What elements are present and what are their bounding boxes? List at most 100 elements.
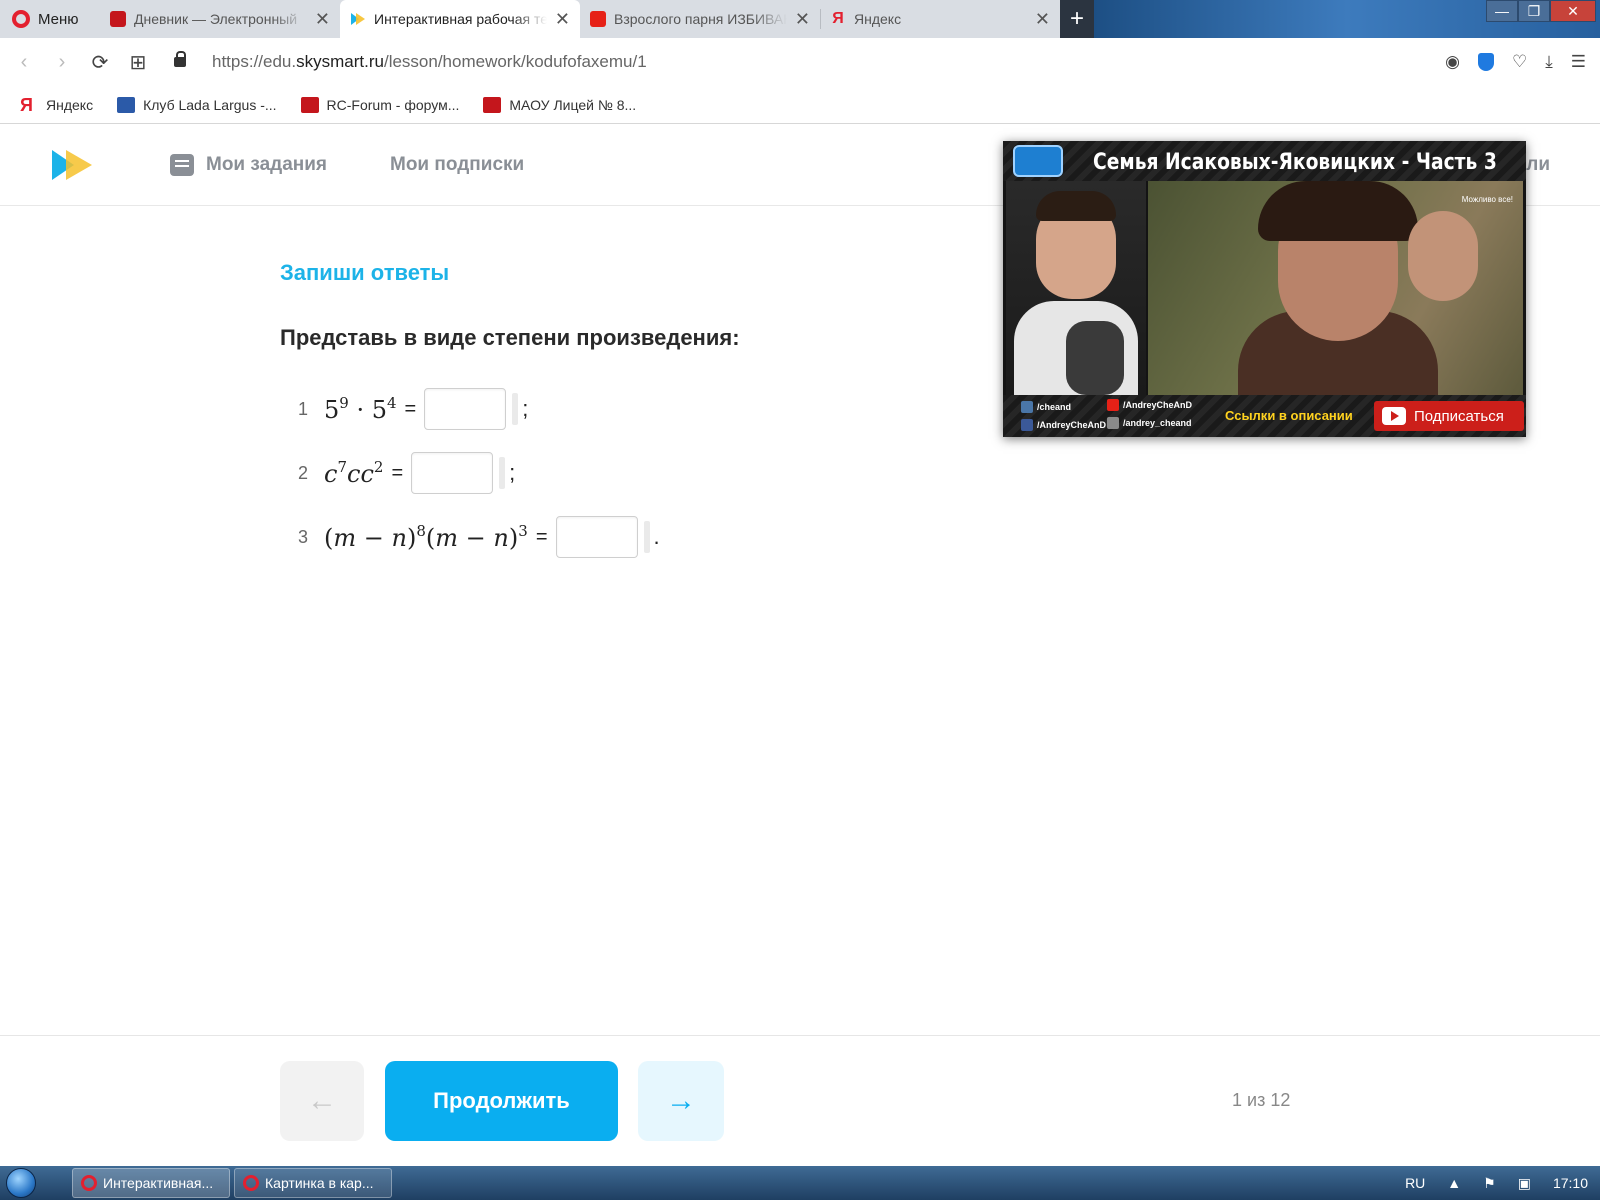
exercise-number: 3 bbox=[298, 526, 309, 547]
tray-arrow-icon[interactable]: ▲ bbox=[1447, 1175, 1461, 1191]
nav-label: Мои задания bbox=[206, 154, 328, 175]
yandex-icon: Я bbox=[20, 94, 33, 115]
opera-logo-icon bbox=[12, 10, 30, 28]
arrow-right-icon: → bbox=[666, 1084, 696, 1117]
address-bar: ‹ › ⟳ ⊞ https://edu.skysmart.ru/lesson/h… bbox=[0, 38, 1600, 86]
answer-input-3[interactable] bbox=[555, 516, 638, 558]
url-prefix: https://edu. bbox=[212, 52, 297, 71]
subscribe-button[interactable]: Подписаться bbox=[1374, 401, 1524, 431]
language-indicator[interactable]: RU bbox=[1405, 1175, 1425, 1191]
url-field[interactable]: https://edu.skysmart.ru/lesson/homework/… bbox=[212, 52, 1427, 72]
close-icon[interactable]: ✕ bbox=[555, 9, 570, 30]
bookmark-school[interactable]: МАОУ Лицей № 8... bbox=[483, 96, 637, 113]
youtube-icon bbox=[590, 11, 606, 27]
shield-icon[interactable] bbox=[1477, 53, 1494, 71]
microphone-icon bbox=[1066, 321, 1124, 395]
previous-button[interactable]: ← bbox=[280, 1061, 364, 1141]
lada-icon bbox=[117, 96, 136, 113]
close-window-button[interactable]: ✕ bbox=[1550, 0, 1596, 22]
camera-icon[interactable]: ◉ bbox=[1445, 52, 1460, 72]
bookmark-label: МАОУ Лицей № 8... bbox=[509, 96, 637, 113]
new-tab-button[interactable]: + bbox=[1060, 0, 1094, 38]
exercise-expression: (m − n)8(m − n)3 bbox=[324, 522, 528, 552]
tasks-icon bbox=[170, 154, 194, 176]
start-button[interactable] bbox=[0, 1166, 42, 1200]
opera-logo-icon bbox=[243, 1175, 259, 1191]
taskbar-item-label: Картинка в кар... bbox=[265, 1175, 374, 1191]
social-vk: /cheand bbox=[1021, 401, 1071, 413]
url-domain: skysmart.ru bbox=[296, 52, 384, 71]
minimize-button[interactable]: — bbox=[1486, 0, 1518, 22]
close-icon[interactable]: ✕ bbox=[315, 9, 330, 30]
social-label: /andrey_cheand bbox=[1123, 418, 1192, 428]
heart-icon[interactable]: ♡ bbox=[1512, 52, 1527, 72]
diary-icon bbox=[110, 11, 126, 27]
nav-label: Мои подписки bbox=[390, 154, 525, 175]
social-instagram: /andrey_cheand bbox=[1107, 417, 1192, 429]
opera-logo-icon bbox=[81, 1175, 97, 1191]
windows-logo-icon bbox=[6, 1168, 36, 1198]
desktop-background: — ❐ ✕ bbox=[1094, 0, 1600, 38]
social-label: /AndreyCheAnD bbox=[1037, 420, 1107, 430]
exercise-3: 3 (m − n)8(m − n)3 = . bbox=[298, 515, 660, 559]
back-icon[interactable]: ‹ bbox=[14, 51, 34, 74]
flag-icon[interactable]: ⚑ bbox=[1483, 1175, 1496, 1192]
video-scene: Можливо все! bbox=[1148, 181, 1523, 401]
rc-icon bbox=[300, 96, 319, 113]
page-counter: 1 из 12 bbox=[1232, 1090, 1291, 1110]
instagram-icon bbox=[1107, 417, 1119, 429]
video-title: Семья Исаковых-Яковицких - Часть 3 bbox=[1093, 150, 1497, 175]
bookmark-lada[interactable]: Клуб Lada Largus -... bbox=[117, 96, 277, 113]
skysmart-logo-icon[interactable] bbox=[52, 150, 94, 180]
nav-my-subscriptions[interactable]: Мои подписки bbox=[390, 154, 524, 176]
opera-menu-button[interactable]: Меню bbox=[0, 0, 100, 38]
continue-button[interactable]: Продолжить bbox=[385, 1061, 618, 1141]
taskbar-item-opera-2[interactable]: Картинка в кар... bbox=[234, 1168, 392, 1198]
channel-badge-icon bbox=[1013, 145, 1063, 177]
tab-youtube[interactable]: Взрослого парня ИЗБИВАЮТ ✕ bbox=[580, 0, 820, 38]
tab-title: Яндекс bbox=[854, 11, 902, 27]
download-icon[interactable]: ⤓ bbox=[1545, 52, 1553, 72]
bookmark-yandex[interactable]: Я Яндекс bbox=[20, 94, 94, 115]
vk-icon bbox=[1021, 401, 1033, 413]
picture-in-picture-video[interactable]: Семья Исаковых-Яковицких - Часть 3 Можли… bbox=[1003, 141, 1526, 437]
nav-right-partial[interactable]: ли bbox=[1526, 154, 1550, 176]
network-icon[interactable]: ▣ bbox=[1518, 1175, 1531, 1192]
clock[interactable]: 17:10 bbox=[1553, 1175, 1588, 1191]
taskbar-item-label: Интерактивная... bbox=[103, 1175, 214, 1191]
taskbar-item-opera-1[interactable]: Интерактивная... bbox=[72, 1168, 230, 1198]
maximize-button[interactable]: ❐ bbox=[1518, 0, 1550, 22]
channel-corner-text: Можливо все! bbox=[1461, 195, 1513, 204]
settings-icon[interactable]: ☰ bbox=[1571, 52, 1586, 72]
nav-my-tasks[interactable]: Мои задания bbox=[170, 154, 327, 176]
bookmark-label: Клуб Lada Largus -... bbox=[143, 96, 277, 113]
social-youtube: /AndreyCheAnD bbox=[1107, 399, 1192, 411]
next-button[interactable]: → bbox=[638, 1061, 724, 1141]
bookmark-label: Яндекс bbox=[46, 96, 94, 113]
forward-icon[interactable]: › bbox=[52, 51, 72, 74]
exercise-number: 2 bbox=[298, 462, 309, 483]
exercise-1: 1 59 · 54 = ; bbox=[298, 387, 528, 431]
streamer-hair bbox=[1036, 191, 1116, 221]
equals-sign: = bbox=[391, 461, 404, 484]
school-icon bbox=[483, 96, 502, 113]
tab-diary[interactable]: Дневник — Электронный ✕ bbox=[100, 0, 340, 38]
exercise-2: 2 c7cc2 = ; bbox=[298, 451, 515, 495]
tab-skysmart[interactable]: Интерактивная рабочая тетрадь ✕ bbox=[340, 0, 580, 38]
social-facebook: /AndreyCheAnD bbox=[1021, 419, 1106, 431]
close-icon[interactable]: ✕ bbox=[1035, 9, 1050, 30]
tab-yandex[interactable]: Я Яндекс ✕ bbox=[820, 0, 1060, 38]
scene-boy bbox=[1408, 211, 1478, 301]
close-icon[interactable]: ✕ bbox=[795, 9, 810, 30]
exercise-punctuation: . bbox=[653, 524, 660, 549]
subscribe-label: Подписаться bbox=[1414, 407, 1504, 425]
bookmark-rc-forum[interactable]: RC-Forum - форум... bbox=[300, 96, 459, 113]
arrow-left-icon: ← bbox=[307, 1084, 337, 1117]
answer-input-1[interactable] bbox=[424, 388, 507, 430]
video-bottom-bar: /cheand /AndreyCheAnD /AndreyCheAnD /and… bbox=[1003, 395, 1526, 437]
exercise-expression: c7cc2 bbox=[324, 458, 384, 488]
answer-input-2[interactable] bbox=[411, 452, 494, 494]
speed-dial-icon[interactable]: ⊞ bbox=[128, 50, 148, 75]
reload-icon[interactable]: ⟳ bbox=[90, 50, 110, 75]
exercise-punctuation: ; bbox=[509, 460, 516, 485]
